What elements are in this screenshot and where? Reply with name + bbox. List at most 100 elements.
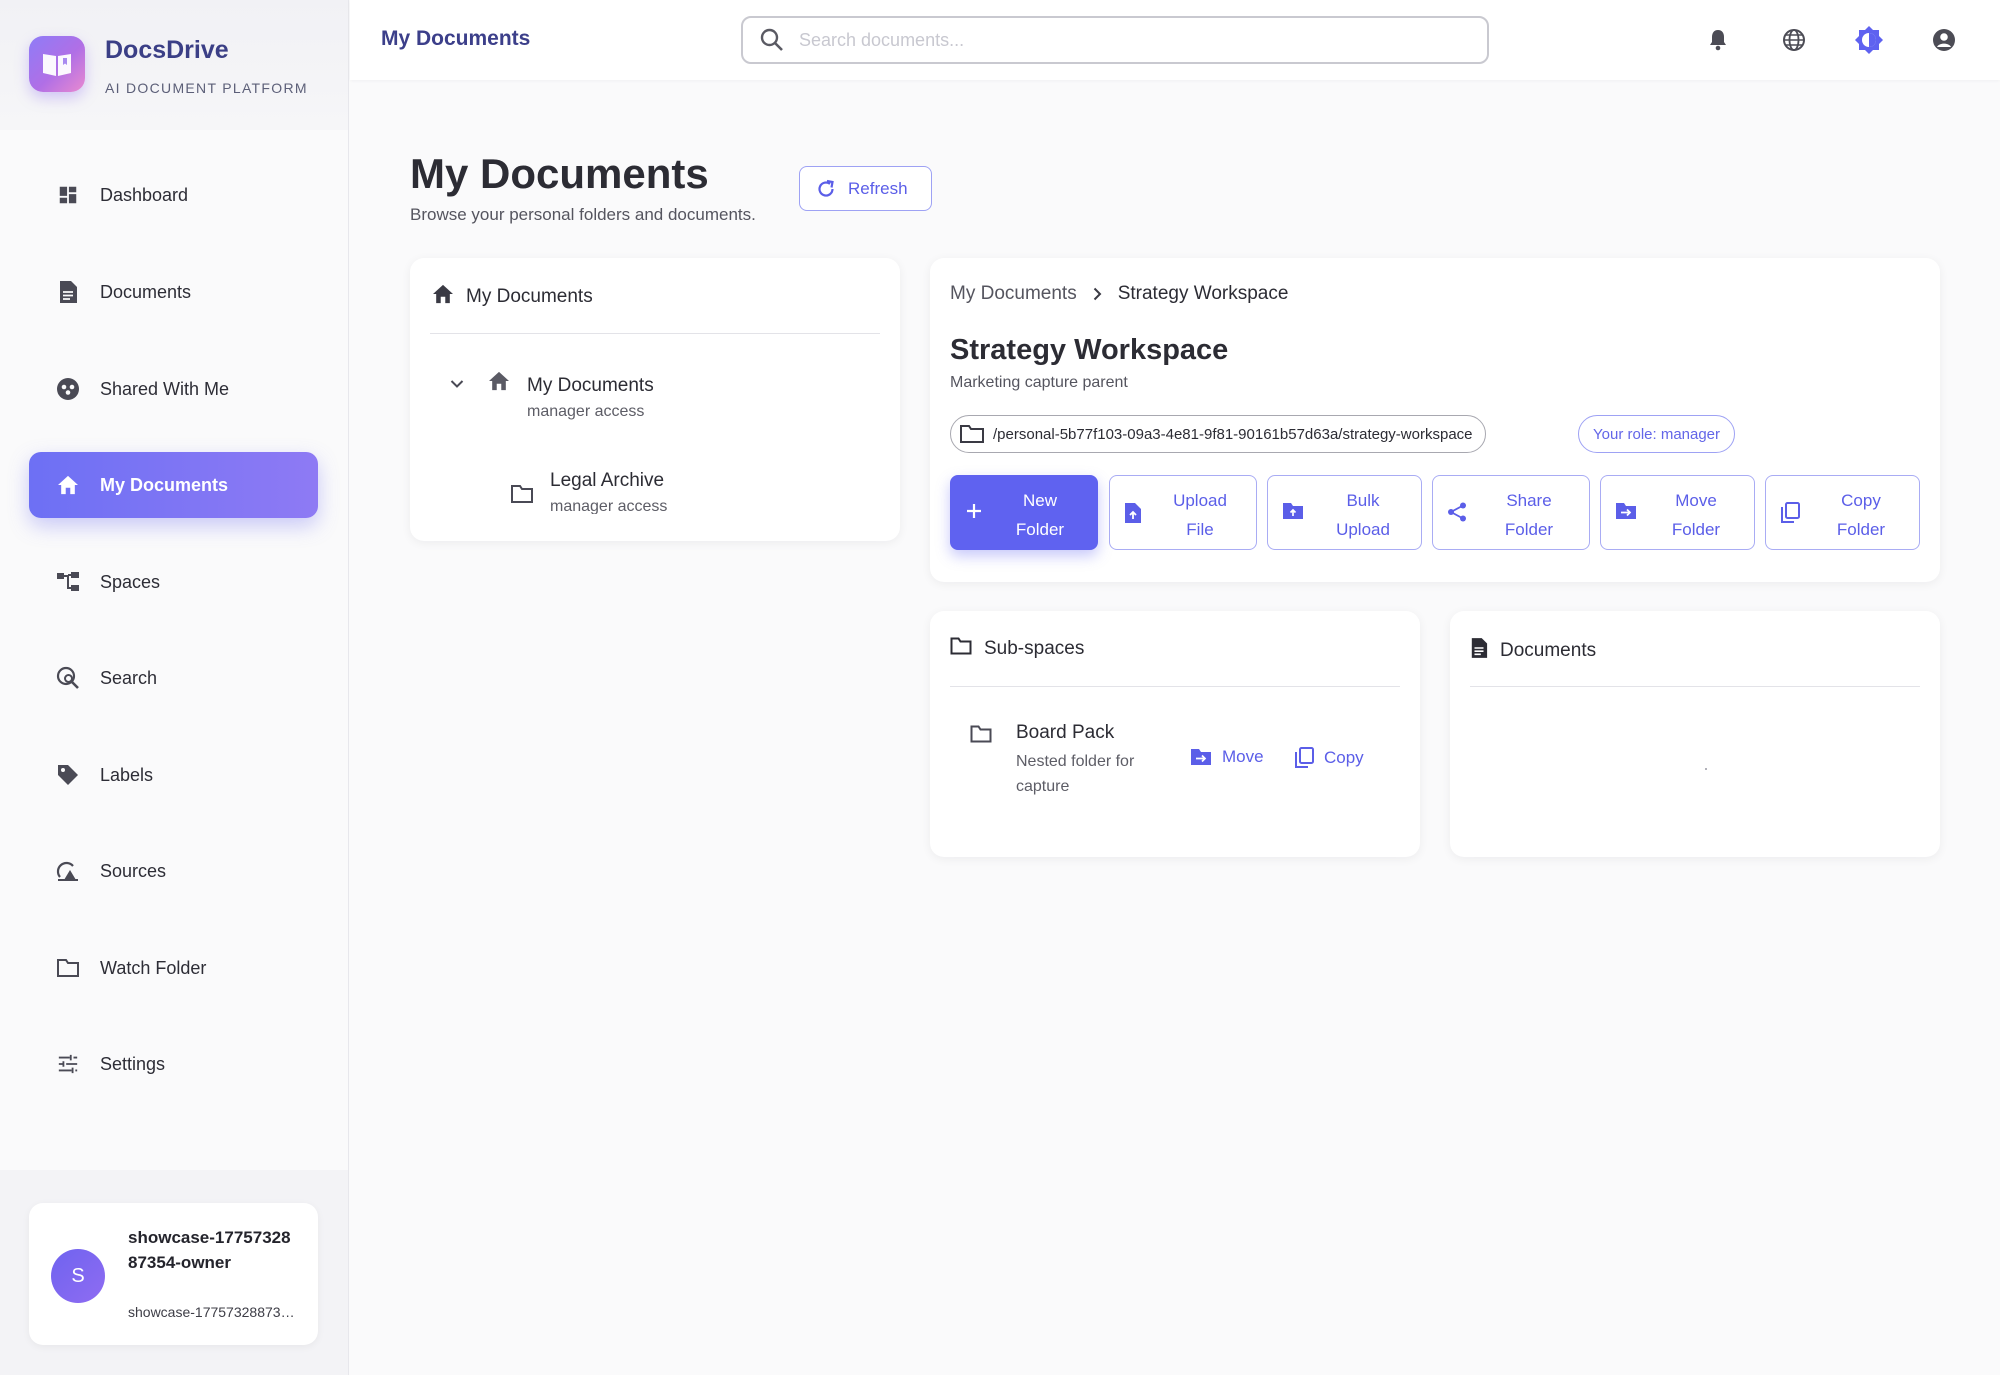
sidebar-item-spaces[interactable]: Spaces: [29, 549, 318, 615]
brand-name: DocsDrive: [105, 36, 229, 64]
bulk-upload-button[interactable]: Bulk Upload: [1267, 475, 1422, 550]
sub-spaces-card: Sub-spaces Board Pack Nested folder for …: [930, 611, 1420, 857]
sidebar-item-label: Labels: [100, 764, 154, 785]
divider: [1470, 686, 1920, 687]
settings-icon: [55, 1051, 81, 1077]
sub-spaces-header: Sub-spaces: [950, 637, 1084, 660]
brand-tagline: AI DOCUMENT PLATFORM: [105, 80, 308, 96]
bulk-upload-icon: [1282, 502, 1304, 520]
sidebar-item-dashboard[interactable]: Dashboard: [29, 162, 318, 228]
sidebar-item-my-documents[interactable]: My Documents: [29, 452, 318, 518]
refresh-icon: [816, 179, 836, 199]
loading-indicator: [1705, 768, 1707, 770]
path-chip: /personal-5b77f103-09a3-4e81-9f81-90161b…: [950, 415, 1486, 453]
sidebar-item-label: Spaces: [100, 571, 161, 592]
user-card[interactable]: S showcase-1775732887354-owner showcase-…: [29, 1203, 318, 1345]
label-icon: [55, 762, 81, 788]
refresh-button[interactable]: Refresh: [799, 166, 932, 211]
tree-expand-toggle[interactable]: [450, 376, 464, 394]
upload-file-button[interactable]: Upload File: [1109, 475, 1257, 550]
button-label-line: File: [1186, 520, 1214, 539]
copy-label: Copy: [1324, 748, 1364, 767]
brand-header: DocsDrive AI DOCUMENT PLATFORM: [0, 0, 348, 130]
bell-icon[interactable]: [1700, 22, 1736, 58]
path-text: /personal-5b77f103-09a3-4e81-9f81-90161b…: [993, 425, 1473, 443]
documents-header: Documents: [1470, 637, 1596, 664]
chevron-down-icon: [450, 376, 464, 393]
move-folder-icon: [1615, 502, 1637, 520]
workspace-subtitle: Marketing capture parent: [950, 374, 1128, 391]
sub-space-description: Nested folder for capture: [1016, 753, 1135, 795]
globe-icon[interactable]: [1776, 22, 1812, 58]
user-name: showcase-1775732887354-owner: [128, 1228, 291, 1272]
role-chip: Your role: manager: [1578, 415, 1736, 453]
move-label: Move: [1222, 747, 1264, 766]
button-label-line: Folder: [1015, 520, 1065, 539]
chevron-right-icon: [1093, 287, 1102, 301]
workspace-detail-card: My Documents Strategy Workspace Strategy…: [930, 258, 1940, 582]
search-box[interactable]: [741, 16, 1489, 64]
move-button[interactable]: Move: [1190, 747, 1264, 767]
sidebar-item-shared-with-me[interactable]: Shared With Me: [29, 356, 318, 422]
breadcrumb-parent[interactable]: My Documents: [950, 283, 1077, 305]
sidebar-item-documents[interactable]: Documents: [29, 259, 318, 325]
copy-folder-button[interactable]: Copy Folder: [1765, 475, 1920, 550]
refresh-label: Refresh: [848, 178, 908, 198]
breadcrumb-current: Strategy Workspace: [1117, 283, 1289, 304]
list-item[interactable]: Board Pack Nested folder for capture Mov…: [970, 711, 1410, 795]
workspace-title: Strategy Workspace: [950, 334, 1229, 366]
book-logo-icon: [29, 36, 85, 92]
divider: [950, 686, 1400, 687]
sidebar-item-label: My Documents: [100, 474, 229, 495]
sidebar: DocsDrive AI DOCUMENT PLATFORM Dashboard…: [0, 0, 349, 1375]
tree-icon: [55, 569, 81, 595]
sidebar-item-label: Watch Folder: [100, 957, 207, 978]
sub-space-title: Board Pack: [1016, 722, 1115, 743]
share-folder-button[interactable]: Share Folder: [1432, 475, 1590, 550]
dashboard-icon: [55, 182, 81, 208]
new-folder-button[interactable]: New Folder: [950, 475, 1098, 550]
button-label-line: Upload: [1173, 491, 1227, 510]
document-icon: [55, 279, 81, 305]
folder-icon: [950, 637, 972, 660]
folder-icon: [510, 484, 534, 509]
home-icon: [55, 472, 81, 498]
sidebar-item-watch-folder[interactable]: Watch Folder: [29, 935, 318, 1001]
button-label-line: New: [1022, 491, 1057, 510]
home-icon: [488, 371, 510, 396]
user-email: showcase-1775732887354-owner: [128, 1304, 298, 1320]
sidebar-item-search[interactable]: Search: [29, 645, 318, 711]
button-label-line: Folder: [1836, 520, 1886, 539]
folder-tree-header: My Documents: [432, 284, 593, 309]
group-icon: [55, 376, 81, 402]
button-label-line: Folder: [1671, 520, 1721, 539]
tree-node-access: manager access: [527, 403, 645, 420]
move-folder-button[interactable]: Move Folder: [1600, 475, 1755, 550]
sidebar-item-label: Documents: [100, 281, 192, 302]
sidebar-item-labels[interactable]: Labels: [29, 742, 318, 808]
sources-icon: [55, 858, 81, 884]
tree-node-legal-archive[interactable]: Legal Archive manager access: [550, 470, 667, 514]
tree-node-access: manager access: [550, 498, 668, 514]
theme-icon[interactable]: [1851, 22, 1887, 58]
copy-button[interactable]: Copy: [1294, 747, 1364, 769]
top-bar-title: My Documents: [381, 27, 531, 50]
sidebar-item-sources[interactable]: Sources: [29, 838, 318, 904]
search-icon: [759, 27, 785, 53]
folder-tree-card: My Documents My Documents manager access…: [410, 258, 900, 541]
search-input[interactable]: [799, 29, 1439, 51]
sidebar-item-label: Sources: [100, 860, 167, 881]
plus-icon: [965, 502, 983, 520]
document-icon: [1470, 637, 1488, 664]
copy-icon: [1294, 747, 1314, 769]
sidebar-item-label: Settings: [100, 1053, 166, 1074]
folder-icon: [55, 955, 81, 981]
upload-file-icon: [1124, 502, 1142, 524]
account-icon[interactable]: [1926, 22, 1962, 58]
tree-node-root[interactable]: My Documents manager access: [527, 375, 654, 421]
sidebar-item-settings[interactable]: Settings: [29, 1031, 318, 1097]
sub-spaces-heading: Sub-spaces: [984, 637, 1085, 659]
sidebar-item-label: Search: [100, 667, 158, 688]
home-icon: [432, 284, 454, 309]
sidebar-item-label: Shared With Me: [100, 378, 230, 399]
